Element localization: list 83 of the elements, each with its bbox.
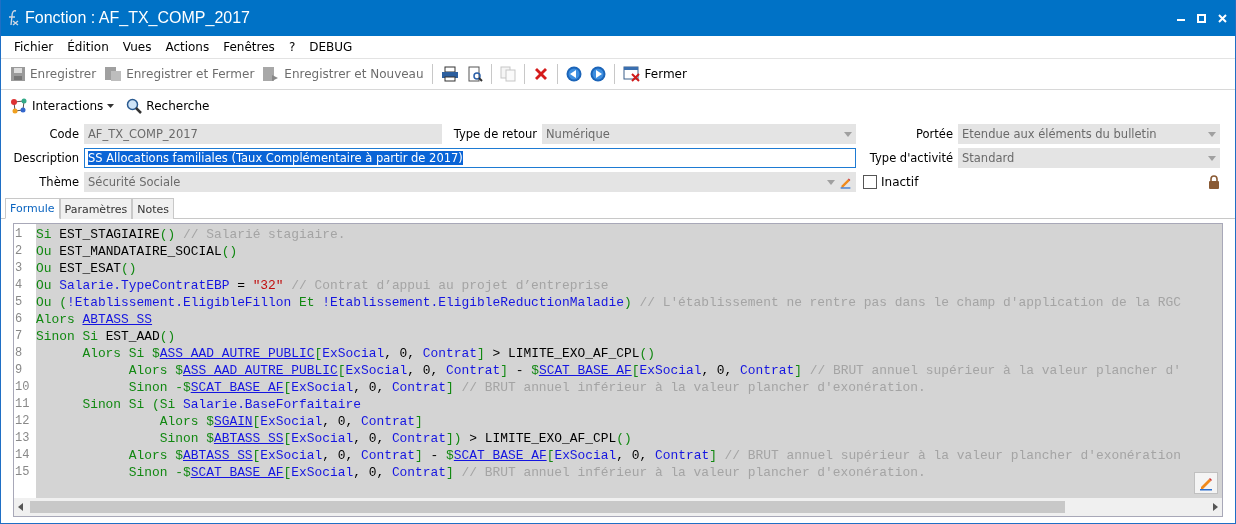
line-number: 15	[14, 464, 31, 481]
line-number: 4	[14, 277, 24, 294]
caret-icon	[1208, 131, 1216, 137]
code-link[interactable]: SCAT_BASE_AF	[453, 448, 547, 463]
line-number: 9	[14, 362, 24, 379]
code-link[interactable]: SCAT_BASE_AF	[190, 380, 284, 395]
field-label: Description	[13, 151, 79, 165]
code-link[interactable]: ABTASS_SS	[82, 312, 153, 327]
code-link[interactable]: ASS_AAD_AUTRE_PUBLIC	[159, 346, 315, 361]
code-line: Ou EST_ESAT()	[36, 260, 138, 277]
field-label: Type de retour	[453, 127, 537, 141]
print-icon	[440, 66, 459, 82]
forward-arrow-icon	[589, 66, 606, 82]
code-line: Sinon Si (Si Salarie.BaseForfaitaire	[81, 396, 362, 413]
caret-icon	[1208, 155, 1216, 161]
toolbar-button[interactable]: Fermer	[619, 64, 690, 84]
code-link[interactable]: SCAT_BASE_AF	[538, 363, 632, 378]
line-number: 12	[14, 413, 31, 430]
code-field[interactable]: AF_TX_COMP_2017	[84, 124, 442, 144]
tab[interactable]: Formule	[5, 198, 60, 219]
line-number: 11	[14, 396, 31, 413]
activity-type-dropdown[interactable]: Standard	[958, 148, 1220, 168]
menu-item[interactable]: Actions	[158, 40, 217, 54]
window-title: Fonction : AF_TX_COMP_2017	[25, 9, 251, 27]
description-field[interactable]: SS Allocations familiales (Taux Complémentaire à partir de 2017)	[84, 148, 856, 168]
lock-icon	[1208, 175, 1220, 189]
maximize-icon[interactable]	[1197, 13, 1206, 23]
field-label: Portée	[916, 127, 953, 141]
caret-icon	[827, 179, 835, 185]
toolbar-button[interactable]: Recherche	[123, 96, 213, 116]
scroll-right-icon[interactable]	[1212, 503, 1218, 511]
line-number: 10	[14, 379, 31, 396]
network-icon	[10, 98, 28, 114]
code-line: Alors Si $ASS_AAD_AUTRE_PUBLIC[ExSocial, 0, Contrat] > LIMITE_EXO_AF_CPL()	[81, 345, 656, 362]
copy-icon	[499, 66, 516, 82]
line-number: 7	[14, 328, 24, 345]
return-type-dropdown[interactable]: Numérique	[542, 124, 856, 144]
line-number: 6	[14, 311, 24, 328]
code-line: Sinon Si EST_AAD()	[36, 328, 177, 345]
close-icon[interactable]	[1218, 13, 1227, 23]
line-number: 2	[14, 243, 24, 260]
menu-item[interactable]: ?	[281, 40, 303, 54]
line-number: 8	[14, 345, 24, 362]
field-label: Code	[49, 127, 79, 141]
tab[interactable]: Paramètres	[59, 198, 133, 219]
field-label: Thème	[39, 175, 79, 189]
menu-item[interactable]: DEBUG	[302, 40, 360, 54]
close-window-icon	[622, 66, 641, 82]
code-line: Sinon $ABTASS_SS[ExSocial, 0, Contrat]) > LIMITE_EXO_AF_CPL()	[158, 430, 633, 447]
menu-item[interactable]: Vues	[115, 40, 159, 54]
line-number: 3	[14, 260, 24, 277]
code-link[interactable]: ASS_AAD_AUTRE_PUBLIC	[183, 363, 338, 378]
code-link[interactable]: ABTASS_SS	[183, 448, 253, 463]
code-link[interactable]: SGAIN	[213, 414, 253, 429]
line-number: 13	[14, 430, 31, 447]
line-number: 1	[14, 226, 24, 243]
scope-dropdown[interactable]: Etendue aux éléments du bulletin	[958, 124, 1220, 144]
scroll-left-icon[interactable]	[18, 503, 24, 511]
code-line: Ou EST_MANDATAIRE_SOCIAL()	[36, 243, 239, 260]
caret-icon	[107, 104, 115, 108]
print-preview-icon	[466, 66, 483, 82]
code-line: Alors $SGAIN[ExSocial, 0, Contrat]	[158, 413, 424, 430]
menu-item[interactable]: Fichier	[7, 40, 61, 54]
line-number: 14	[14, 447, 31, 464]
menu-item[interactable]: Édition	[60, 40, 116, 54]
menu-item[interactable]: Fenêtres	[216, 40, 282, 54]
code-line: Alors ABTASS_SS	[36, 311, 154, 328]
code-link[interactable]: ABTASS_SS	[213, 431, 284, 446]
save-close-icon	[104, 66, 123, 82]
toolbar-button[interactable]: Interactions	[7, 96, 118, 116]
tab[interactable]: Notes	[132, 198, 174, 219]
edit-button[interactable]	[1194, 472, 1218, 494]
line-number: 5	[14, 294, 24, 311]
horizontal-scrollbar[interactable]	[13, 498, 1223, 517]
code-editor[interactable]	[13, 223, 1223, 498]
back-arrow-icon	[565, 66, 582, 82]
pencil-icon	[1198, 475, 1214, 491]
theme-dropdown[interactable]: Sécurité Sociale	[84, 172, 856, 192]
caret-icon	[844, 131, 852, 137]
code-link[interactable]: SCAT_BASE_AF	[190, 465, 284, 480]
field-label: Type d'activité	[869, 151, 953, 165]
function-icon	[7, 9, 19, 27]
search-icon	[126, 98, 143, 114]
